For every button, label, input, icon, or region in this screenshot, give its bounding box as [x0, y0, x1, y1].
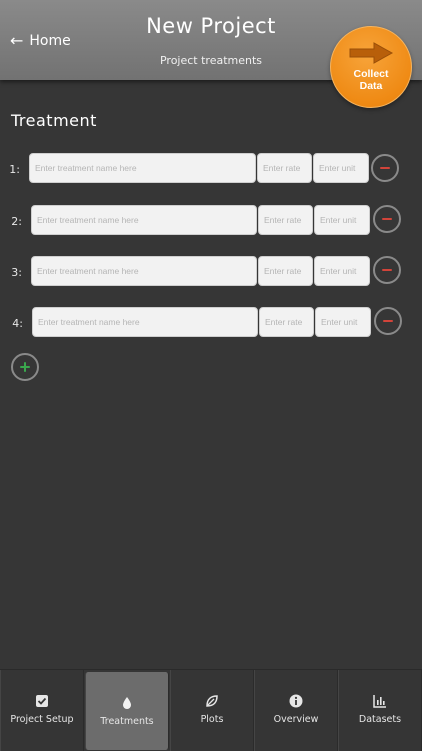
tab-bar: Project Setup Treatments Plots Overview … — [0, 669, 422, 751]
arrow-right-icon — [349, 42, 394, 64]
treatment-row: 4: — [0, 307, 422, 341]
info-icon — [289, 694, 303, 708]
tab-label: Treatments — [100, 716, 154, 727]
treatment-name-input[interactable] — [31, 205, 257, 235]
treatment-unit-input[interactable] — [314, 205, 370, 235]
tab-plots[interactable]: Plots — [170, 670, 254, 751]
treatment-rate-input[interactable] — [259, 307, 314, 337]
tab-label: Datasets — [358, 714, 402, 725]
tab-label: Plots — [200, 714, 224, 725]
droplet-icon — [123, 697, 131, 709]
treatment-number: 4: — [12, 317, 23, 330]
treatment-unit-input[interactable] — [315, 307, 371, 337]
treatment-unit-input[interactable] — [314, 256, 370, 286]
bar-chart-icon — [373, 695, 386, 708]
leaf-icon — [206, 695, 218, 707]
treatment-number: 1: — [9, 163, 20, 176]
checkbox-icon — [36, 695, 48, 707]
add-treatment-button[interactable] — [11, 353, 39, 381]
remove-treatment-button[interactable] — [373, 205, 401, 233]
remove-treatment-button[interactable] — [373, 256, 401, 284]
treatment-rate-input[interactable] — [258, 256, 313, 286]
collect-data-button[interactable]: Collect Data — [330, 26, 412, 108]
treatment-row: 3: — [0, 256, 422, 290]
treatment-name-input[interactable] — [29, 153, 256, 183]
treatment-number: 3: — [11, 266, 22, 279]
tab-datasets[interactable]: Datasets — [338, 670, 422, 751]
remove-treatment-button[interactable] — [374, 307, 402, 335]
section-title: Treatment — [11, 111, 97, 130]
treatment-name-input[interactable] — [31, 256, 257, 286]
treatment-row: 1: — [0, 153, 422, 187]
treatment-rate-input[interactable] — [258, 205, 313, 235]
collect-data-label: Collect Data — [353, 68, 389, 92]
tab-label: Project Setup — [10, 714, 74, 725]
remove-treatment-button[interactable] — [371, 154, 399, 182]
treatment-rate-input[interactable] — [257, 153, 312, 183]
treatment-name-input[interactable] — [32, 307, 258, 337]
tab-label: Overview — [273, 714, 319, 725]
treatment-row: 2: — [0, 205, 422, 239]
tab-overview[interactable]: Overview — [254, 670, 338, 751]
treatment-number: 2: — [11, 215, 22, 228]
treatment-unit-input[interactable] — [313, 153, 369, 183]
tab-project-setup[interactable]: Project Setup — [0, 670, 84, 751]
tab-treatments[interactable]: Treatments — [85, 672, 169, 750]
